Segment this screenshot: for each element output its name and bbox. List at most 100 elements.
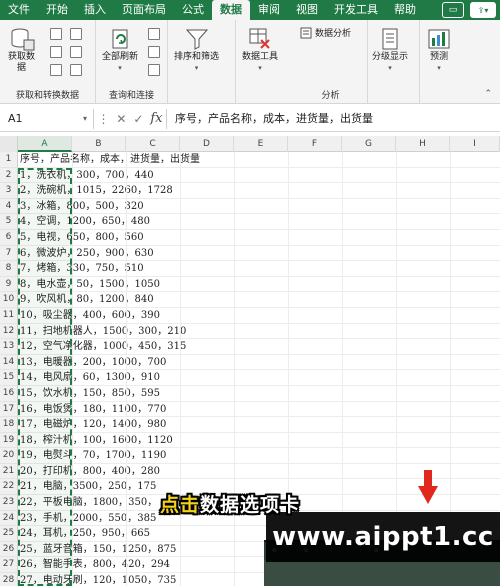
- column-header-i[interactable]: I: [450, 136, 500, 152]
- row-header[interactable]: 17: [0, 401, 18, 418]
- chevron-down-icon: ▾: [194, 64, 199, 72]
- table-row: 19，电熨斗，70，1700，1190: [18, 448, 500, 464]
- properties-icon[interactable]: [148, 46, 160, 58]
- enter-icon[interactable]: ✓: [133, 112, 143, 126]
- chevron-down-icon: ▾: [82, 113, 87, 123]
- name-box[interactable]: A1 ▾: [4, 108, 94, 129]
- row-header[interactable]: 20: [0, 448, 18, 464]
- row-header[interactable]: 16: [0, 385, 18, 402]
- recent-sources-icon[interactable]: [70, 28, 82, 40]
- tab-formulas[interactable]: 公式: [174, 0, 212, 20]
- table-row: 序号，产品名称，成本，进货量，出货量: [18, 152, 500, 168]
- row-header[interactable]: 23: [0, 495, 18, 511]
- row-header[interactable]: 18: [0, 417, 18, 433]
- from-picture-icon[interactable]: [70, 64, 82, 76]
- row-header[interactable]: 12: [0, 323, 18, 340]
- outline-label: 分级显示: [372, 52, 409, 62]
- tab-page-layout[interactable]: 页面布局: [114, 0, 174, 20]
- outline-button[interactable]: 分级显示 ▾: [372, 26, 408, 74]
- tab-developer[interactable]: 开发工具: [326, 0, 386, 20]
- column-header-e[interactable]: E: [234, 136, 288, 152]
- row-header[interactable]: 28: [0, 573, 18, 586]
- tab-data[interactable]: 数据: [212, 0, 250, 20]
- row-header[interactable]: 15: [0, 370, 18, 386]
- table-row: 15，饮水机，150，850，595: [18, 386, 500, 402]
- queries-icon[interactable]: [148, 28, 160, 40]
- row-header[interactable]: 24: [0, 510, 18, 527]
- column-header-c[interactable]: C: [126, 136, 180, 152]
- chevron-down-icon: ▾: [258, 64, 262, 72]
- column-header-h[interactable]: H: [396, 136, 450, 152]
- row-header[interactable]: 9: [0, 276, 18, 293]
- tab-insert[interactable]: 插入: [76, 0, 114, 20]
- forecast-button[interactable]: 预测 ▾: [426, 26, 452, 74]
- row-header[interactable]: 11: [0, 307, 18, 324]
- thumbnail-ribbon: [264, 560, 500, 586]
- tab-view[interactable]: 视图: [288, 0, 326, 20]
- column-header-f[interactable]: F: [288, 136, 342, 152]
- collapse-ribbon-icon[interactable]: ⌃: [484, 89, 492, 99]
- row-header[interactable]: 6: [0, 229, 18, 246]
- tab-review[interactable]: 审阅: [250, 0, 288, 20]
- column-header-a[interactable]: A: [18, 136, 72, 152]
- sort-filter-label: 排序和筛选: [174, 52, 220, 62]
- refresh-icon: [112, 29, 128, 49]
- data-analysis-button[interactable]: 数据分析: [300, 26, 351, 39]
- row-header[interactable]: 19: [0, 432, 18, 449]
- table-row: 9，吹风机，80，1200，840: [18, 292, 500, 308]
- table-row: 2，洗碗机，1015，2260，1728: [18, 183, 500, 199]
- sort-filter-button[interactable]: 排序和筛选 ▾: [174, 26, 219, 74]
- name-box-value: A1: [8, 111, 23, 125]
- row-header[interactable]: 4: [0, 198, 18, 215]
- from-text-icon[interactable]: [50, 28, 62, 40]
- edit-links-icon[interactable]: [148, 64, 160, 76]
- group-label-analysis: 分析: [321, 91, 340, 101]
- row-header[interactable]: 2: [0, 167, 18, 184]
- data-tools-button[interactable]: 数据工具 ▾: [242, 26, 278, 74]
- column-header-g[interactable]: G: [342, 136, 396, 152]
- table-row: 17，电磁炉，120，1400，980: [18, 417, 500, 433]
- row-header[interactable]: 21: [0, 463, 18, 480]
- get-data-small-icons: [50, 28, 62, 76]
- row-header[interactable]: 7: [0, 245, 18, 262]
- tab-file[interactable]: 文件: [0, 0, 38, 20]
- row-header[interactable]: 5: [0, 214, 18, 230]
- more-icon: ⋮: [97, 111, 110, 126]
- row-header[interactable]: 13: [0, 339, 18, 355]
- row-header[interactable]: 26: [0, 541, 18, 558]
- cancel-icon[interactable]: ✕: [116, 112, 126, 126]
- tab-help[interactable]: 帮助: [386, 0, 424, 20]
- watermark: www.aippt1.cc: [266, 512, 500, 562]
- table-row: 7，烤箱，330，750，510: [18, 261, 500, 277]
- row-header[interactable]: 10: [0, 292, 18, 308]
- get-data-button[interactable]: 获取数 据: [8, 26, 35, 74]
- from-table-icon[interactable]: [50, 64, 62, 76]
- column-header-b[interactable]: B: [72, 136, 126, 152]
- refresh-all-label: 全部刷新: [102, 52, 139, 62]
- arrow-down-icon: [418, 470, 438, 504]
- row-header[interactable]: 14: [0, 354, 18, 371]
- table-row: 1，洗衣机，300，700，440: [18, 168, 500, 184]
- row-header[interactable]: 27: [0, 557, 18, 574]
- row-header[interactable]: 3: [0, 183, 18, 199]
- row-header[interactable]: 22: [0, 479, 18, 496]
- formula-bar: A1 ▾ ⋮ ✕ ✓ fx 序号，产品名称，成本，进货量，出货量: [0, 106, 500, 132]
- caption-highlight: 点击: [160, 494, 201, 516]
- cell-a1[interactable]: 序号，产品名称，成本，进货量，出货量: [20, 152, 200, 168]
- tab-home[interactable]: 开始: [38, 0, 76, 20]
- select-all-corner[interactable]: [0, 136, 18, 152]
- table-row: 11，扫地机器人，1500，300，210: [18, 324, 500, 340]
- title-bar-actions: ▭ ⇪▾: [442, 2, 496, 18]
- share-icon[interactable]: ⇪▾: [470, 2, 496, 18]
- column-header-d[interactable]: D: [180, 136, 234, 152]
- formula-input[interactable]: 序号，产品名称，成本，进货量，出货量: [166, 108, 500, 129]
- refresh-all-button[interactable]: 全部刷新 ▾: [102, 26, 138, 74]
- from-web-icon[interactable]: [50, 46, 62, 58]
- data-analysis-label: 数据分析: [315, 29, 352, 39]
- row-header[interactable]: 8: [0, 261, 18, 277]
- row-header[interactable]: 25: [0, 526, 18, 542]
- comment-icon[interactable]: ▭: [442, 2, 464, 18]
- insert-function-icon[interactable]: fx: [150, 111, 162, 126]
- row-header[interactable]: 1: [0, 152, 18, 168]
- existing-connections-icon[interactable]: [70, 46, 82, 58]
